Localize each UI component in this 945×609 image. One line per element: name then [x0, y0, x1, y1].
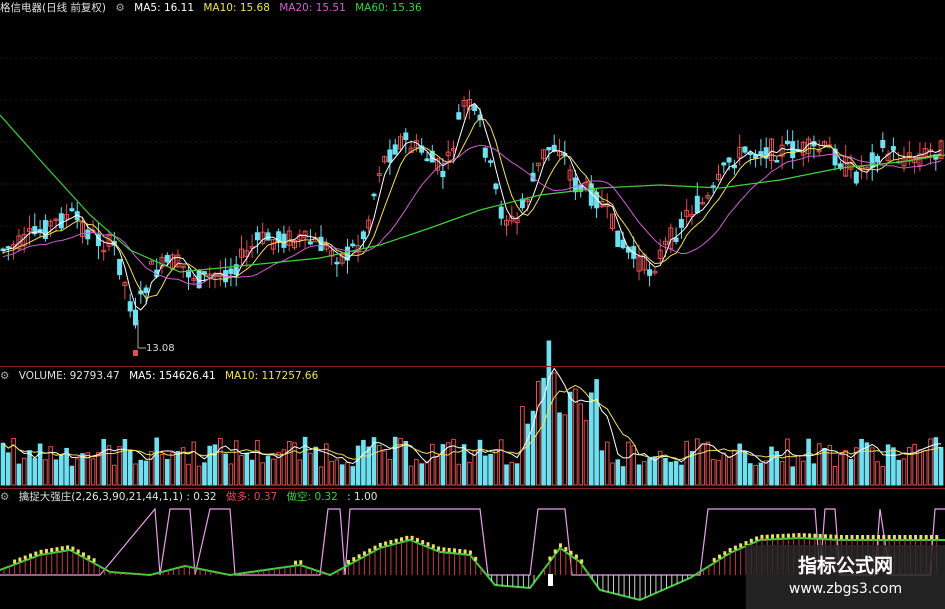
watermark-url: www.zbgs3.com — [788, 581, 903, 597]
ma20-value: MA20: 15.51 — [279, 2, 346, 14]
volume-bars — [0, 340, 944, 486]
volume-icon[interactable]: ⚙ — [0, 370, 9, 382]
volume-ma10: MA10: 117257.66 — [225, 370, 319, 382]
price-volume-separator — [0, 366, 945, 367]
stock-chart-canvas[interactable] — [0, 0, 945, 609]
low-price-label: 13.08 — [146, 343, 175, 354]
watermark-title: 指标公式网 — [797, 555, 893, 577]
indicator-header: ⚙ 擒捉大强庄(2,26,3,90,21,44,1,1) : 0.32 做多: … — [0, 489, 383, 505]
indicator-value-1: : 0.32 — [186, 491, 217, 503]
ma5-value: MA5: 16.11 — [134, 2, 194, 14]
security-title: 格信电器(日线 前复权) — [0, 2, 107, 14]
indicator-name: 擒捉大强庄(2,26,3,90,21,44,1,1) — [18, 491, 183, 503]
indicator-long: 做多: 0.37 — [225, 491, 278, 503]
volume-header: ⚙ VOLUME: 92793.47 MA5: 154626.41 MA10: … — [0, 368, 324, 384]
indicator-short: 做空: 0.32 — [286, 491, 338, 503]
indicator-icon[interactable]: ⚙ — [0, 491, 9, 503]
watermark-banner: 指标公式网 www.zbgs3.com — [746, 545, 945, 609]
volume-ma5: MA5: 154626.41 — [129, 370, 216, 382]
price-grid — [0, 57, 945, 311]
ma60-value: MA60: 15.36 — [355, 2, 422, 14]
indicator-value-4: : 1.00 — [347, 491, 378, 503]
settings-icon[interactable]: ⚙ — [115, 2, 124, 14]
ma10-value: MA10: 15.68 — [203, 2, 270, 14]
volume-value: VOLUME: 92793.47 — [18, 370, 120, 382]
moving-average-lines — [0, 102, 945, 311]
price-header: 格信电器(日线 前复权) ⚙ MA5: 16.11 MA10: 15.68 MA… — [0, 0, 428, 16]
